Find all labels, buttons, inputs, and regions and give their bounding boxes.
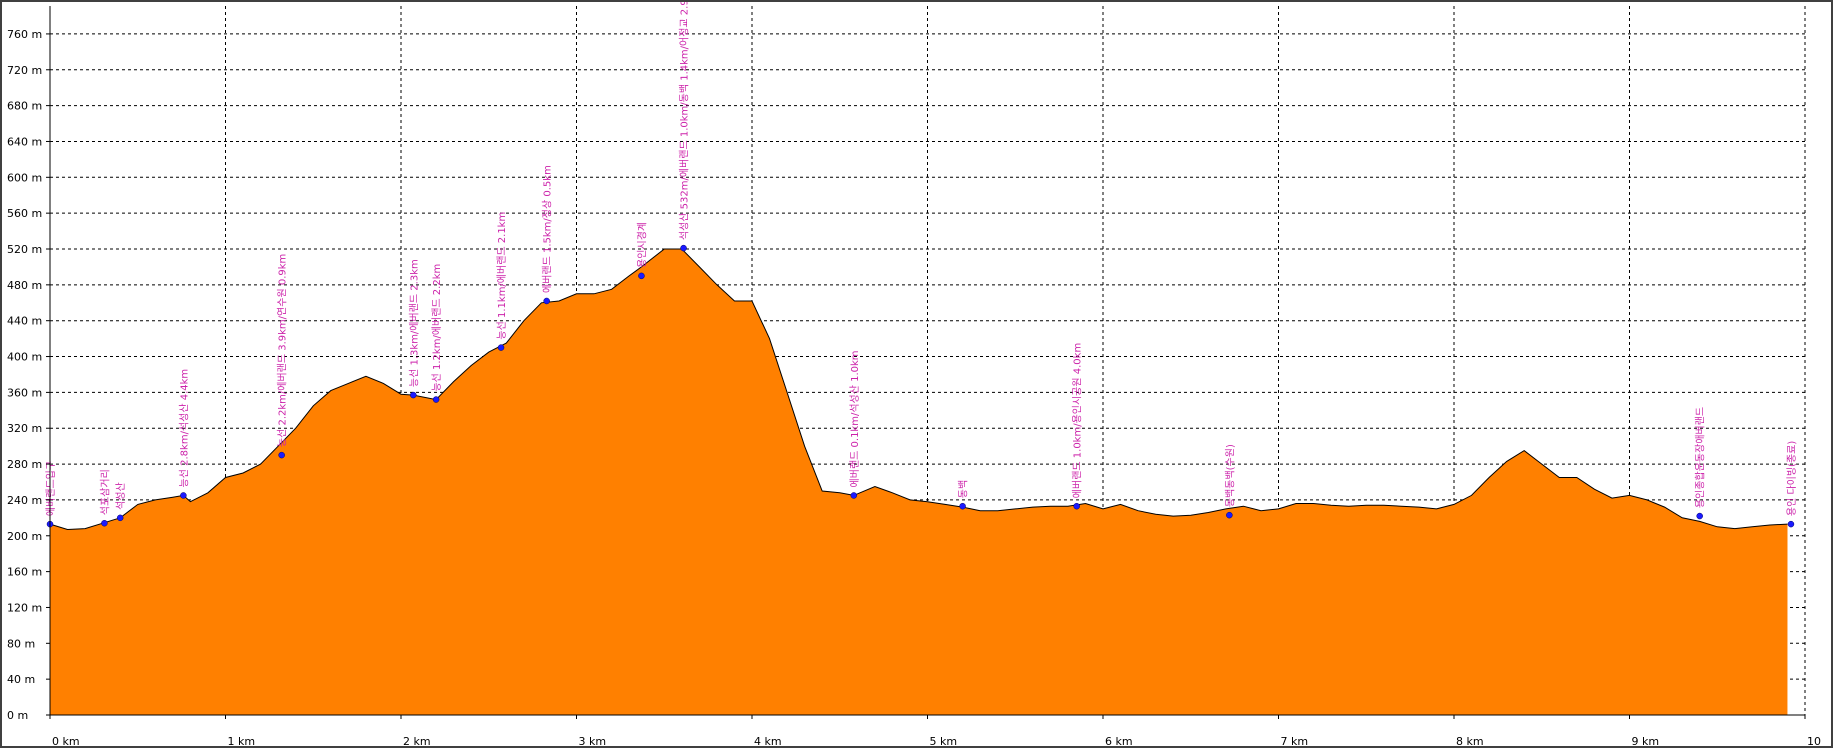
y-tick-label: 520 m [7,243,42,256]
y-tick-label: 0 m [7,709,28,722]
elevation-area [49,248,1788,715]
waypoint-marker [543,297,550,305]
waypoint-marker [850,492,858,499]
y-tick-label: 560 m [7,207,42,220]
x-tick-label: 4 km [754,735,782,748]
y-tick-label: 320 m [7,422,42,435]
y-tick-label: 440 m [7,315,42,328]
elevation-fill [50,249,1788,715]
waypoint-label: 석성산 532m/에버랜드 1.0km/동백 1.4km/어정교 2.9km [679,2,691,240]
y-tick-label: 680 m [7,100,42,113]
waypoint-label: 용인종합운동장애버랜드 [1695,407,1707,508]
waypoint-marker [638,272,645,280]
x-tick-label: 2 km [403,735,431,748]
y-tick-label: 40 m [7,673,35,686]
y-tick-label: 280 m [7,458,42,471]
waypoint-label: 석성산 [115,482,127,510]
waypoint-marker [959,502,966,510]
y-tick-label: 360 m [7,386,42,399]
waypoint-marker [410,391,417,399]
waypoint-marker [432,396,440,403]
y-tick-label: 160 m [7,566,42,579]
waypoint-label: 능선 1.3km/에버랜드 2.3km [408,259,420,387]
x-tick-label: 8 km [1456,735,1484,748]
waypoint-marker [278,451,285,459]
y-tick-label: 240 m [7,494,42,507]
waypoint-label: 용인시경계 [635,222,648,268]
y-tick-label: 760 m [7,28,42,41]
waypoint-marker [1226,511,1233,519]
waypoint-marker [1073,502,1080,510]
x-tick-label: 0 km [52,735,80,748]
waypoint-label: 능선 1.1km/에버랜드 2.1km [496,212,508,340]
elevation-profile-chart: 에버랜드입구 석포삼거리 석성산능선 2.8km/석성산 4.4km 능선 2.2km… [7,2,1821,748]
waypoint-marker [1787,520,1795,528]
waypoint-label: 용인 다이빙(종료) [1786,441,1798,516]
waypoint-label: 능선 2.8km/석성산 4.4km [178,369,190,488]
y-tick-label: 720 m [7,64,42,77]
chart-frame: 에버랜드입구 석포삼거리 석성산 능선 2.8km/석성산 4.4km 능선 2.2km… [0,0,1833,748]
y-tick-label: 480 m [7,279,42,292]
x-tick-label: 10 [1807,735,1821,748]
waypoint-label: 동백 [958,480,970,498]
x-tick-label: 5 km [930,735,958,748]
waypoint-label: 에버랜드 1.5km/정상 0.5km [542,165,554,293]
y-tick-label: 400 m [7,351,42,364]
waypoint-label: 석포삼거리 [99,469,111,515]
x-tick-label: 1 km [228,735,256,748]
waypoint-label: 능선 2.2km/에버랜드 3.9km/연수원 0.9km [277,254,289,447]
waypoint-label: 에버랜드 0.1km/석성산 1.0km [849,350,861,487]
y-tick-label: 600 m [7,171,42,184]
y-tick-label: 200 m [7,530,42,543]
waypoint-label: 능선 1.2km/에버랜드 2.2km [431,264,443,392]
x-tick-label: 7 km [1281,735,1309,748]
waypoint-marker [116,514,124,522]
x-tick-label: 9 km [1632,735,1660,748]
waypoint-marker [180,492,187,499]
waypoint-marker [497,344,505,351]
waypoint-marker [680,244,687,252]
x-tick-label: 6 km [1105,735,1133,748]
y-tick-label: 120 m [7,601,42,614]
y-tick-label: 80 m [7,637,35,650]
waypoint-label: 에버랜드 1.0km/용인시공원 4.0km [1072,343,1084,498]
y-tick-label: 640 m [7,135,42,148]
waypoint-marker [101,519,108,527]
waypoint-label: 동백동백(수원) [1224,444,1236,507]
x-tick-label: 3 km [579,735,607,748]
waypoint-marker [1696,512,1703,520]
